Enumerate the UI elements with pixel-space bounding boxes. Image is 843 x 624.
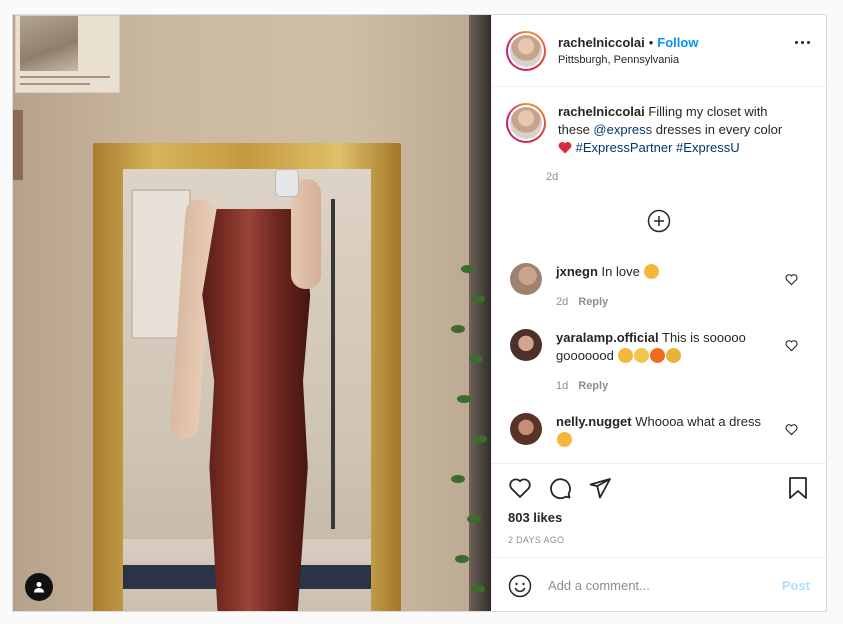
post-dialog: rachelniccolai • Follow Pittsburgh, Penn… bbox=[12, 14, 827, 612]
commenter-avatar[interactable] bbox=[510, 413, 542, 445]
caption-age: 2d bbox=[546, 171, 559, 183]
comment-age: 1d bbox=[556, 380, 569, 392]
comment-age: 2d bbox=[556, 296, 569, 308]
more-icon[interactable] bbox=[795, 41, 810, 44]
load-more-comments[interactable] bbox=[506, 209, 812, 233]
caption-mention[interactable]: @express bbox=[593, 122, 652, 137]
comment-text: In love bbox=[601, 264, 640, 279]
heart-icon[interactable] bbox=[785, 339, 798, 352]
post-comment-button[interactable]: Post bbox=[782, 578, 810, 593]
reply-button[interactable]: Reply bbox=[578, 296, 608, 308]
author-avatar[interactable] bbox=[506, 30, 546, 71]
heart-eyes-emoji-icon bbox=[618, 348, 634, 363]
likes-count[interactable]: 803 likes bbox=[508, 510, 810, 525]
comment-text: Whoooa what a dress bbox=[635, 414, 761, 429]
add-comment-bar: Post bbox=[492, 557, 826, 611]
wall-poster bbox=[15, 15, 120, 93]
caption-hashtags[interactable]: #ExpressPartner #ExpressU bbox=[576, 140, 740, 155]
user-icon bbox=[34, 582, 44, 593]
caption-username[interactable]: rachelniccolai bbox=[558, 104, 645, 119]
follow-button[interactable]: Follow bbox=[657, 35, 698, 50]
commenter-username[interactable]: nelly.nugget bbox=[556, 414, 632, 429]
author-username[interactable]: rachelniccolai bbox=[558, 35, 645, 50]
comment-item: jxnegn In love 2d Reply bbox=[506, 263, 812, 311]
post-actions: 803 likes 2 DAYS AGO bbox=[492, 463, 826, 557]
commenter-avatar[interactable] bbox=[510, 329, 542, 361]
heart-eyes-emoji-icon bbox=[644, 264, 660, 279]
comment-item: yaralamp.official This is sooooo goooooo… bbox=[506, 329, 812, 395]
heart-icon[interactable] bbox=[508, 476, 532, 500]
location-link[interactable]: Pittsburgh, Pennsylvania bbox=[558, 54, 698, 66]
comments-list[interactable]: rachelniccolai Filling my closet with th… bbox=[492, 87, 826, 463]
post-date[interactable]: 2 DAYS AGO bbox=[508, 535, 810, 545]
caption-text-after: dresses in every color bbox=[652, 122, 783, 137]
caption-avatar[interactable] bbox=[506, 103, 546, 143]
share-icon[interactable] bbox=[588, 476, 612, 500]
red-heart-icon bbox=[558, 142, 572, 154]
smile-icon[interactable] bbox=[508, 574, 532, 598]
comment-item: nelly.nugget Whoooa what a dress bbox=[506, 413, 812, 449]
bookmark-icon[interactable] bbox=[786, 476, 810, 500]
comment-icon[interactable] bbox=[548, 476, 572, 500]
commenter-avatar[interactable] bbox=[510, 263, 542, 295]
mirror bbox=[93, 143, 401, 611]
commenter-username[interactable]: jxnegn bbox=[556, 264, 598, 279]
heart-icon[interactable] bbox=[785, 273, 798, 286]
post-header: rachelniccolai • Follow Pittsburgh, Penn… bbox=[492, 15, 826, 87]
post-photo[interactable] bbox=[13, 15, 491, 611]
picture-frame bbox=[13, 110, 23, 180]
fire-emoji-icon bbox=[650, 348, 666, 363]
heart-icon[interactable] bbox=[785, 423, 798, 436]
tagged-users-button[interactable] bbox=[25, 573, 53, 601]
plus-circle-icon bbox=[647, 209, 671, 233]
caption: rachelniccolai Filling my closet with th… bbox=[506, 103, 812, 183]
plant bbox=[421, 255, 491, 611]
post-side-panel: rachelniccolai • Follow Pittsburgh, Penn… bbox=[491, 15, 826, 611]
commenter-username[interactable]: yaralamp.official bbox=[556, 330, 659, 345]
clap-emoji-icon bbox=[634, 348, 650, 363]
comment-input[interactable] bbox=[548, 578, 782, 593]
heart-eyes-emoji-icon bbox=[557, 432, 572, 447]
raised-hands-emoji-icon bbox=[666, 348, 682, 363]
reply-button[interactable]: Reply bbox=[578, 380, 608, 392]
separator-dot: • bbox=[648, 35, 654, 50]
phone bbox=[275, 169, 299, 197]
